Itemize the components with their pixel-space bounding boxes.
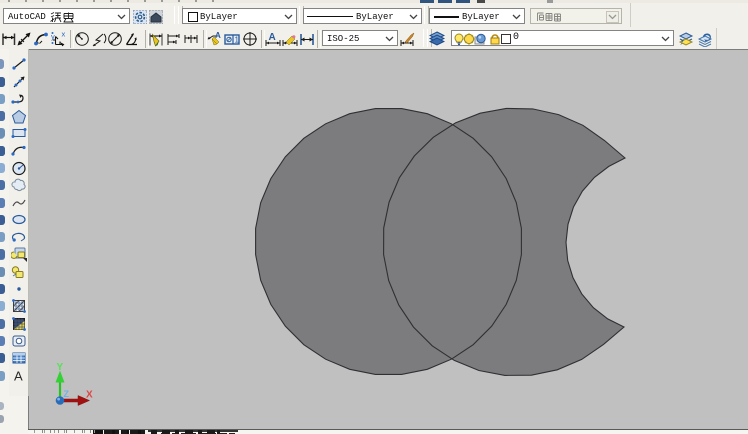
svg-text:x: x (62, 31, 66, 39)
svg-text:Z: Z (64, 389, 70, 399)
svg-text:A: A (14, 369, 23, 384)
svg-text:Y: Y (57, 362, 64, 373)
svg-text:X: X (86, 390, 93, 401)
svg-text:A: A (269, 32, 276, 43)
svg-text:1: 1 (235, 36, 240, 45)
